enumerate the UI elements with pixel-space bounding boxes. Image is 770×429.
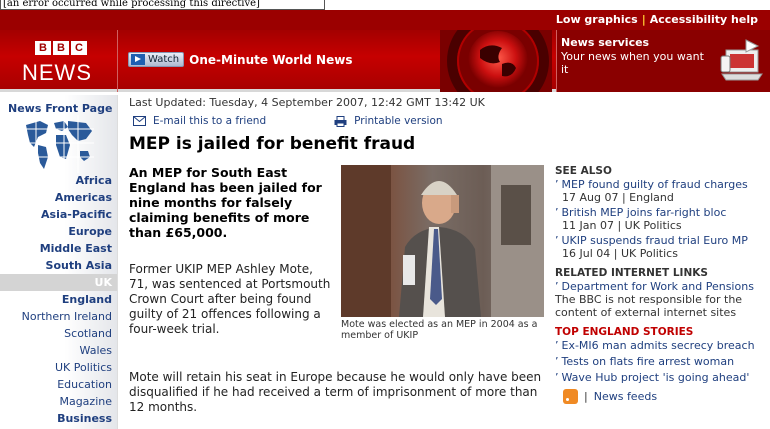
see-also-link[interactable]: ʼ MEP found guilty of fraud charges: [555, 178, 765, 191]
link-marker-icon: ʼ: [555, 339, 559, 352]
nav-item-americas[interactable]: Americas: [0, 189, 117, 206]
nav-item-asia-pacific[interactable]: Asia-Pacific: [0, 206, 117, 223]
separator: |: [641, 13, 646, 26]
link-marker-icon: ʼ: [555, 355, 559, 368]
watch-button[interactable]: Watch: [128, 52, 185, 67]
link-marker-icon: ʼ: [555, 280, 559, 293]
globe-graphic: [440, 30, 552, 92]
link-marker-icon: ʼ: [555, 206, 559, 219]
logo-news-word: NEWS: [22, 60, 92, 85]
nav-item-wales[interactable]: Wales: [0, 342, 117, 359]
nav-item-england[interactable]: England: [0, 291, 117, 308]
top-utility-bar: Low graphics | Accessibility help: [0, 10, 770, 30]
nav-item-uk[interactable]: UK: [0, 274, 117, 291]
nav-item-africa[interactable]: Africa: [0, 172, 117, 189]
logo-letter: B: [53, 41, 69, 55]
story-photo: [341, 165, 544, 317]
bbc-news-logo[interactable]: B B C NEWS: [0, 30, 118, 92]
story-paragraph: Mote will retain his seat in Europe beca…: [129, 370, 542, 414]
play-icon: [131, 54, 145, 65]
watch-label: Watch: [148, 54, 180, 65]
story-tools: E-mail this to a friend Printable versio…: [133, 115, 443, 127]
nav-item-business[interactable]: Business: [0, 410, 117, 427]
news-services-text: Your news when you want it: [561, 50, 704, 76]
printer-icon: [334, 115, 347, 127]
left-navigation: News Front Page Africa Americas Asia-Pac…: [0, 95, 118, 429]
rss-icon[interactable]: [563, 389, 578, 404]
news-front-page-link[interactable]: News Front Page: [8, 102, 112, 115]
watch-one-minute-news[interactable]: Watch One-Minute World News: [128, 52, 352, 67]
link-marker-icon: ʼ: [555, 371, 559, 384]
see-also-meta: 17 Aug 07 | England: [562, 191, 674, 204]
top-story-link[interactable]: ʼ Tests on flats fire arrest woman: [555, 355, 765, 368]
nav-item-south-asia[interactable]: South Asia: [0, 257, 117, 274]
logo-letter: B: [35, 41, 51, 55]
last-updated-timestamp: Last Updated: Tuesday, 4 September 2007,…: [129, 96, 485, 109]
right-column: SEE ALSO ʼ MEP found guilty of fraud char…: [555, 165, 765, 404]
see-also-heading: SEE ALSO: [555, 165, 612, 177]
related-internet-link[interactable]: ʼ Department for Work and Pensions: [555, 280, 765, 293]
logo-letter: C: [71, 41, 87, 55]
top-england-stories-heading: TOP ENGLAND STORIES: [555, 326, 694, 338]
region-nav-list: Africa Americas Asia-Pacific Europe Midd…: [0, 172, 117, 427]
email-to-friend-link[interactable]: E-mail this to a friend: [153, 115, 266, 127]
nav-item-northern-ireland[interactable]: Northern Ireland: [0, 308, 117, 325]
related-links-heading: RELATED INTERNET LINKS: [555, 267, 708, 279]
external-sites-disclaimer: The BBC is not responsible for the conte…: [555, 293, 743, 319]
see-also-meta: 16 Jul 04 | UK Politics: [562, 247, 678, 260]
link-marker-icon: ʼ: [555, 234, 559, 247]
link-marker-icon: ʼ: [555, 178, 559, 191]
masthead-banner: B B C NEWS Watch One-Minute World News N…: [0, 30, 770, 92]
see-also-link[interactable]: ʼ British MEP joins far-right bloc: [555, 206, 765, 219]
devices-icon: [720, 39, 763, 81]
nav-item-europe[interactable]: Europe: [0, 223, 117, 240]
nav-item-middle-east[interactable]: Middle East: [0, 240, 117, 257]
world-map-icon: [22, 115, 94, 173]
error-message: [an error occurred while processing this…: [0, 0, 325, 10]
news-feeds-row: | News feeds: [555, 389, 765, 404]
nav-item-uk-politics[interactable]: UK Politics: [0, 359, 117, 376]
photo-caption: Mote was elected as an MEP in 2004 as a …: [341, 319, 538, 341]
story-headline: MEP is jailed for benefit fraud: [129, 134, 416, 154]
nav-item-education[interactable]: Education: [0, 376, 117, 393]
top-story-link[interactable]: ʼ Ex-MI6 man admits secrecy breach: [555, 339, 765, 352]
printable-version-link[interactable]: Printable version: [354, 115, 442, 127]
see-also-meta: 11 Jan 07 | UK Politics: [562, 219, 682, 232]
watch-title-link[interactable]: One-Minute World News: [189, 53, 352, 67]
nav-item-scotland[interactable]: Scotland: [0, 325, 117, 342]
see-also-link[interactable]: ʼ UKIP suspends fraud trial Euro MP: [555, 234, 765, 247]
news-services-panel[interactable]: News services Your news when you want it: [556, 30, 770, 92]
news-feeds-link[interactable]: News feeds: [594, 390, 657, 403]
email-icon: [133, 116, 146, 126]
story-intro: An MEP for South East England has been j…: [129, 165, 322, 240]
accessibility-help-link[interactable]: Accessibility help: [650, 13, 758, 26]
nav-item-magazine[interactable]: Magazine: [0, 393, 117, 410]
top-story-link[interactable]: ʼ Wave Hub project 'is going ahead': [555, 371, 765, 384]
story-paragraph: Former UKIP MEP Ashley Mote, 71, was sen…: [129, 262, 331, 336]
low-graphics-link[interactable]: Low graphics: [556, 13, 638, 26]
separator: |: [584, 390, 588, 403]
